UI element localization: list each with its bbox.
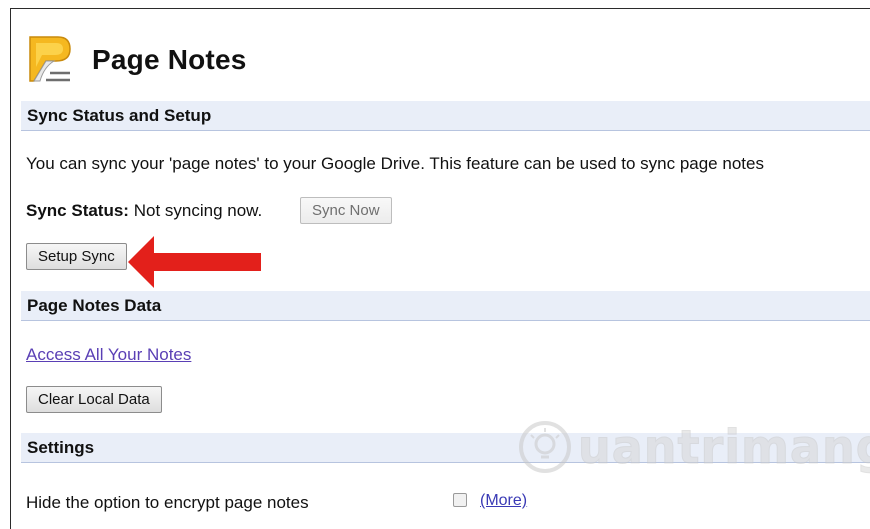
section-heading-data: Page Notes Data (21, 291, 870, 321)
page-title: Page Notes (92, 44, 247, 75)
sync-status-value: Not syncing now. (133, 201, 263, 220)
lightbulb-logo-icon (519, 421, 571, 473)
section-heading-sync: Sync Status and Setup (21, 101, 870, 131)
sync-status-row: Sync Status: Not syncing now. (26, 201, 262, 221)
clear-local-data-button[interactable]: Clear Local Data (26, 386, 162, 413)
more-link[interactable]: (More) (480, 492, 527, 510)
setup-sync-button[interactable]: Setup Sync (26, 243, 127, 270)
page-header: Page Notes (24, 33, 247, 87)
watermark: uantrimang (518, 420, 870, 475)
page-notes-logo-icon (29, 36, 71, 82)
encrypt-option-label: Hide the option to encrypt page notes (26, 493, 309, 512)
red-arrow-icon (128, 236, 261, 288)
encrypt-option-checkbox[interactable] (453, 493, 467, 507)
sync-description: You can sync your 'page notes' to your G… (26, 154, 764, 173)
watermark-text: uantrimang (578, 420, 870, 475)
sync-now-button[interactable]: Sync Now (300, 197, 392, 224)
access-notes-link[interactable]: Access All Your Notes (26, 345, 191, 365)
sync-status-label: Sync Status: (26, 201, 129, 220)
